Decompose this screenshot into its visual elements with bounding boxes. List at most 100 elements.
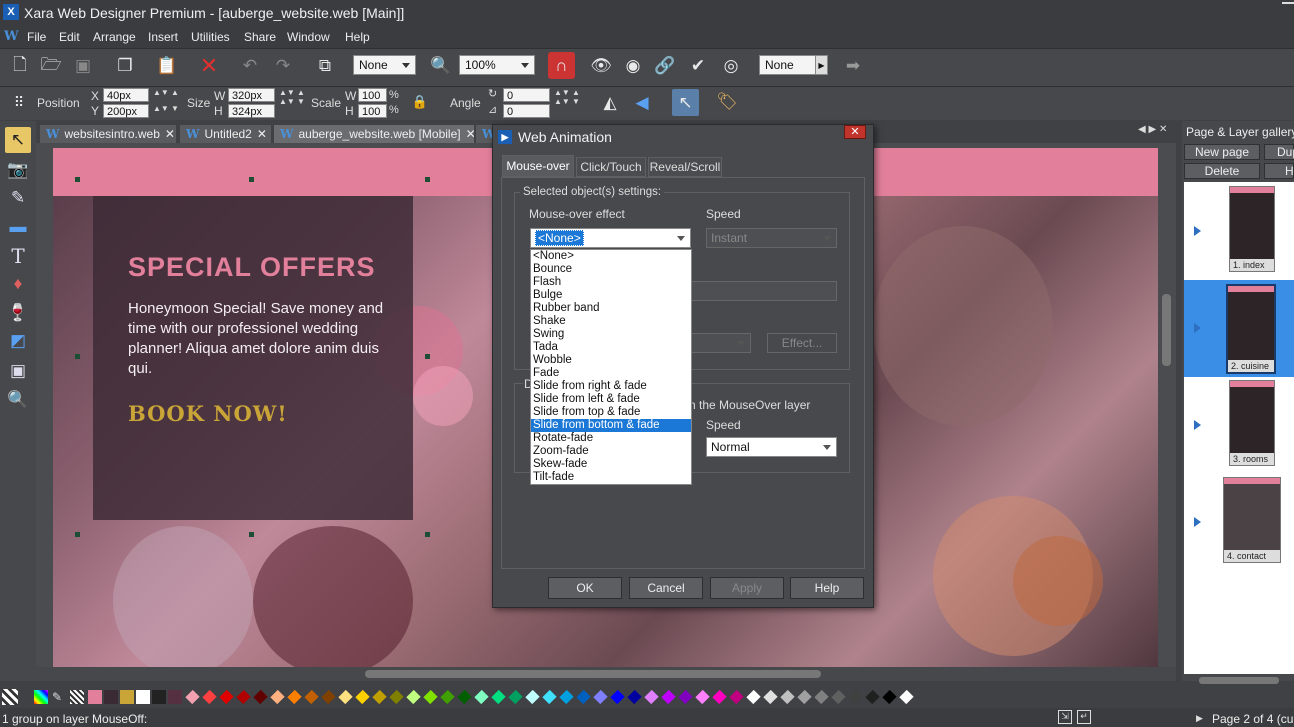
- shadow-tool-icon[interactable]: ◩: [5, 328, 31, 354]
- effect-option[interactable]: Fade: [531, 367, 691, 380]
- zoom-select[interactable]: 100%: [459, 55, 535, 75]
- return-icon[interactable]: ↵: [1077, 710, 1091, 724]
- forward-arrow-icon[interactable]: ➡: [840, 53, 866, 79]
- new-page-button[interactable]: New page: [1184, 144, 1260, 160]
- page-item-cuisine[interactable]: 2. cuisine: [1184, 280, 1294, 377]
- effect-option[interactable]: <None>: [531, 250, 691, 263]
- dialog-close-button[interactable]: ✕: [844, 125, 866, 139]
- effect-option[interactable]: Rubber band: [531, 302, 691, 315]
- redo-icon[interactable]: ↷: [270, 53, 296, 79]
- x-position-field[interactable]: 40px: [103, 88, 149, 102]
- flip-horizontal-icon[interactable]: ◭: [597, 90, 623, 116]
- effect-option[interactable]: Swing: [531, 328, 691, 341]
- show-handles-icon[interactable]: ↖: [672, 89, 699, 116]
- tab-click-touch[interactable]: Click/Touch: [576, 157, 646, 177]
- check-web-icon[interactable]: ✔: [685, 53, 711, 79]
- special-offers-box[interactable]: SPECIAL OFFERS Honeymoon Special! Save m…: [93, 196, 413, 520]
- help-button[interactable]: Help: [790, 577, 864, 599]
- vertical-scrollbar[interactable]: [1158, 148, 1174, 668]
- selection-handle[interactable]: [75, 177, 80, 182]
- effect-option[interactable]: Tilt-fade: [531, 471, 691, 484]
- fill-tool-icon[interactable]: ♦: [5, 271, 31, 297]
- effect-option[interactable]: Tada: [531, 341, 691, 354]
- menu-utilities[interactable]: Utilities: [191, 30, 230, 44]
- rectangle-tool-icon[interactable]: ▬: [5, 214, 31, 240]
- selection-handle[interactable]: [425, 532, 430, 537]
- duplicate-page-button[interactable]: Dup: [1264, 144, 1294, 160]
- link-icon[interactable]: 🔗: [652, 53, 678, 79]
- book-now-button[interactable]: BOOK NOW!: [128, 401, 288, 426]
- delete-page-button[interactable]: Delete: [1184, 163, 1260, 179]
- apply-button[interactable]: Apply: [710, 577, 784, 599]
- close-icon[interactable]: ✕: [257, 127, 267, 141]
- effect-option[interactable]: Flash: [531, 276, 691, 289]
- menu-arrange[interactable]: Arrange: [93, 30, 136, 44]
- theme-swatch-pink[interactable]: [88, 690, 102, 704]
- new-document-icon[interactable]: 🗋: [7, 53, 33, 79]
- effect-select[interactable]: <None>: [530, 228, 691, 248]
- angle-stepper[interactable]: ▲▼ ▲▲▼ ▼: [554, 88, 580, 106]
- selection-handle[interactable]: [249, 177, 254, 182]
- menu-edit[interactable]: Edit: [59, 30, 80, 44]
- zoom-tool-icon[interactable]: 🔍: [5, 387, 31, 413]
- y-position-field[interactable]: 200px: [103, 104, 149, 118]
- y-stepper[interactable]: ▲▼ ▼: [153, 104, 179, 113]
- effect-option[interactable]: Slide from bottom & fade: [531, 419, 691, 432]
- no-color-icon[interactable]: [2, 689, 18, 705]
- menu-share[interactable]: Share: [244, 30, 276, 44]
- save-icon[interactable]: ▣: [70, 53, 96, 79]
- photo-tool-icon[interactable]: 📷: [5, 157, 31, 183]
- theme-swatch-black[interactable]: [152, 690, 166, 704]
- open-folder-icon[interactable]: 🗁: [38, 53, 64, 79]
- preview-icon[interactable]: 👁: [588, 53, 614, 79]
- menu-insert[interactable]: Insert: [148, 30, 178, 44]
- tab-reveal-scroll[interactable]: Reveal/Scroll: [648, 157, 722, 177]
- vertical-scroll-thumb[interactable]: [1162, 294, 1171, 366]
- effect-option[interactable]: Zoom-fade: [531, 445, 691, 458]
- tab-websitesintro[interactable]: Wwebsitesintro.web✕: [40, 125, 176, 143]
- link-target-select[interactable]: None▶: [759, 55, 828, 75]
- effect-option[interactable]: Skew-fade: [531, 458, 691, 471]
- text-tool-icon[interactable]: T: [5, 243, 31, 269]
- page-item-rooms[interactable]: 3. rooms: [1184, 377, 1294, 474]
- theme-swatch-gold[interactable]: [120, 690, 134, 704]
- angle-field[interactable]: 0: [503, 88, 550, 102]
- cancel-button[interactable]: Cancel: [629, 577, 703, 599]
- tab-mouse-over[interactable]: Mouse-over: [502, 155, 574, 177]
- horizontal-scroll-thumb[interactable]: [365, 670, 821, 678]
- preview-page-icon[interactable]: ◉: [620, 53, 646, 79]
- menu-window[interactable]: Window: [287, 30, 330, 44]
- x-stepper[interactable]: ▲▼ ▲: [153, 88, 179, 97]
- crop-tool-icon[interactable]: ▣: [5, 358, 31, 384]
- expand-icon[interactable]: [1194, 226, 1201, 236]
- selection-handle[interactable]: [425, 177, 430, 182]
- selection-handle[interactable]: [249, 532, 254, 537]
- skew-field[interactable]: 0: [503, 104, 550, 118]
- expand-icon[interactable]: [1194, 420, 1201, 430]
- transparency-tool-icon[interactable]: 🍷: [5, 300, 31, 326]
- effect-option[interactable]: Slide from left & fade: [531, 393, 691, 406]
- effect-button[interactable]: Effect...: [767, 333, 837, 353]
- tab-untitled2[interactable]: WUntitled2✕: [180, 125, 271, 143]
- effect-dropdown-list[interactable]: <None>BounceFlashBulgeRubber bandShakeSw…: [530, 249, 692, 485]
- effect-options-select[interactable]: [691, 333, 751, 353]
- tab-auberge-mobile[interactable]: Wauberge_website.web [Mobile]✕: [274, 125, 474, 143]
- scale-h-field[interactable]: 100: [358, 104, 387, 118]
- paste-icon[interactable]: 📋: [154, 53, 180, 79]
- speed-select[interactable]: Instant: [706, 228, 837, 248]
- gallery-scroll-thumb[interactable]: [1199, 677, 1279, 684]
- size-stepper[interactable]: ▲▼ ▲▲▼ ▼: [279, 88, 305, 106]
- eyedropper-icon[interactable]: ✎: [52, 690, 66, 704]
- menu-help[interactable]: Help: [345, 30, 370, 44]
- close-icon[interactable]: ✕: [466, 127, 474, 141]
- page-item-contact[interactable]: 4. contact: [1184, 474, 1294, 571]
- flip-vertical-icon[interactable]: ◀: [629, 90, 655, 116]
- effect-option[interactable]: Shake: [531, 315, 691, 328]
- selector-options-icon[interactable]: ⠿: [6, 89, 32, 115]
- selector-tool-icon[interactable]: ↖: [5, 127, 31, 153]
- effect-name-field[interactable]: [691, 281, 837, 301]
- page-item-index[interactable]: 1. index: [1184, 183, 1294, 280]
- copy-icon[interactable]: ❐: [112, 53, 138, 79]
- theme-swatch-white[interactable]: [136, 690, 150, 704]
- snap-magnet-icon[interactable]: ∩: [548, 52, 575, 79]
